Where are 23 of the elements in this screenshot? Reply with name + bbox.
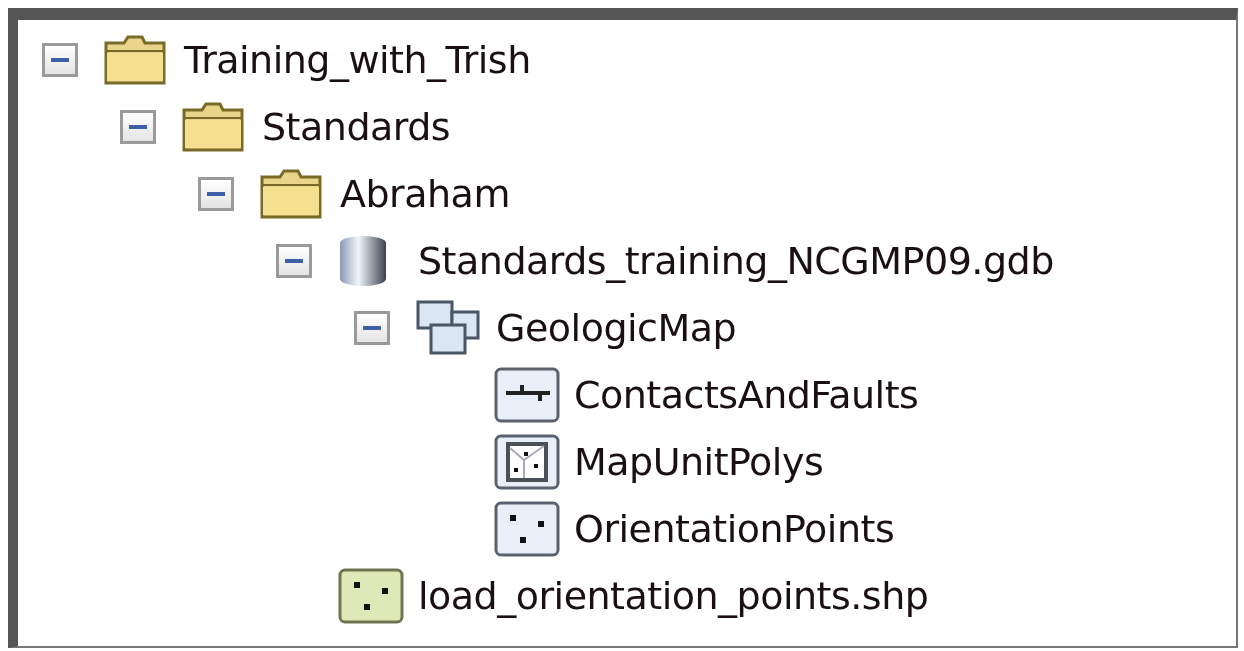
- tree-item-label[interactable]: ContactsAndFaults: [574, 370, 919, 419]
- tree-item-label[interactable]: OrientationPoints: [574, 504, 895, 553]
- tree-item-label[interactable]: GeologicMap: [496, 303, 737, 352]
- collapse-button[interactable]: [276, 243, 312, 278]
- stacked-windows-icon: [416, 299, 482, 356]
- folder-icon: [104, 34, 166, 85]
- tree-item-label[interactable]: MapUnitPolys: [574, 437, 824, 486]
- collapse-button[interactable]: [120, 109, 156, 144]
- database-icon: [338, 234, 388, 287]
- point-feature-icon: [494, 500, 560, 557]
- line-feature-icon: [494, 366, 560, 423]
- collapse-button[interactable]: [42, 42, 78, 77]
- tree-item-label[interactable]: Standards: [262, 102, 451, 151]
- point-feature-icon: [338, 567, 404, 624]
- tree-item-label[interactable]: load_orientation_points.shp: [418, 571, 929, 620]
- tree-item-label[interactable]: Standards_training_NCGMP09.gdb: [418, 236, 1054, 285]
- collapse-button[interactable]: [198, 176, 234, 211]
- polygon-feature-icon: [494, 433, 560, 490]
- collapse-button[interactable]: [354, 310, 390, 345]
- tree-item-label[interactable]: Abraham: [340, 169, 510, 218]
- tree-item-label[interactable]: Training_with_Trish: [184, 35, 531, 84]
- folder-icon: [260, 168, 322, 219]
- folder-icon: [182, 101, 244, 152]
